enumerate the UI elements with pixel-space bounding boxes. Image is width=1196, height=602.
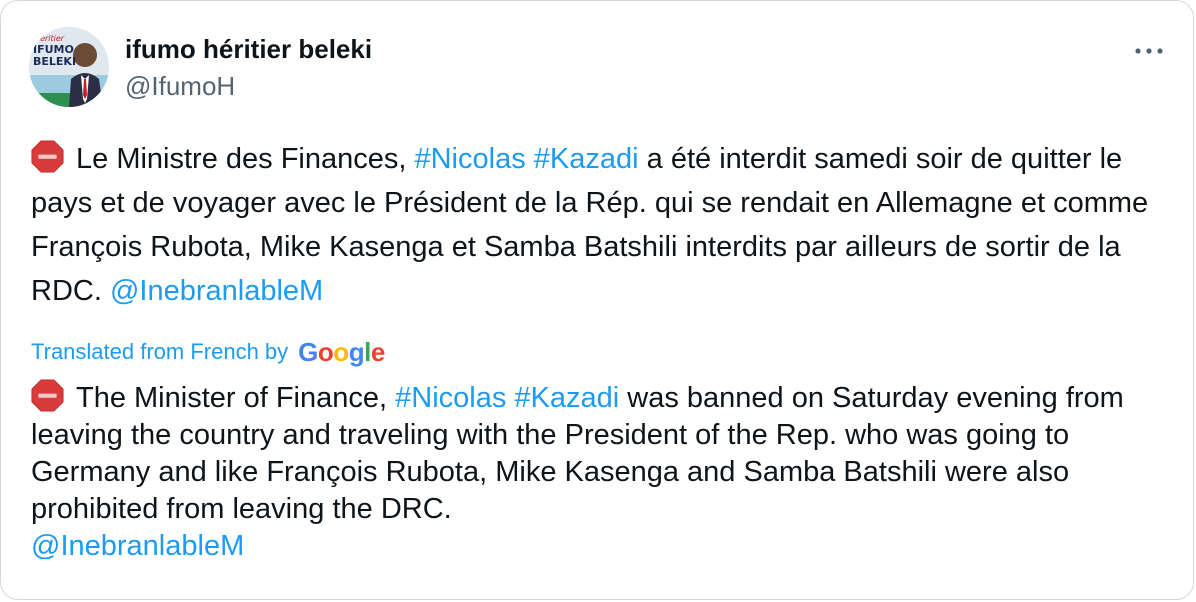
mention-inebranlablem[interactable]: @InebranlableM	[110, 275, 323, 307]
author-names: ifumo héritier beleki @IfumoH	[125, 33, 372, 103]
avatar-text-3: BELEKI	[33, 55, 76, 68]
hashtag-kazadi[interactable]: #Kazadi	[534, 143, 639, 175]
more-options-button[interactable]	[1129, 31, 1169, 71]
translation-text-1: The Minister of Finance,	[76, 382, 396, 414]
stop-sign-icon	[31, 379, 64, 412]
translated-label: Translated from French by	[31, 339, 289, 364]
avatar[interactable]: héritier IFUMO BELEKI	[29, 27, 109, 107]
google-logo: Google	[298, 337, 385, 367]
translation-hashtag-nicolas[interactable]: #Nicolas	[395, 382, 506, 414]
tweet-card: héritier IFUMO BELEKI ifumo héritier bel…	[0, 0, 1194, 600]
translated-from-link[interactable]: Translated from French by Google	[31, 337, 385, 367]
stop-sign-icon	[31, 140, 64, 173]
tweet-header: héritier IFUMO BELEKI ifumo héritier bel…	[29, 27, 1169, 109]
hashtag-nicolas[interactable]: #Nicolas	[414, 143, 525, 175]
author-handle[interactable]: @IfumoH	[125, 69, 372, 103]
avatar-text-1: héritier	[35, 33, 65, 43]
more-icon	[1135, 48, 1163, 54]
avatar-image: héritier IFUMO BELEKI	[29, 27, 109, 107]
tweet-text: Le Ministre des Finances, #Nicolas #Kaza…	[31, 137, 1171, 313]
original-text-1: Le Ministre des Finances,	[76, 143, 415, 175]
author-display-name[interactable]: ifumo héritier beleki	[125, 33, 372, 65]
translated-text: The Minister of Finance, #Nicolas #Kazad…	[31, 379, 1171, 565]
translation-mention-inebranlablem[interactable]: @InebranlableM	[31, 530, 244, 562]
translation-hashtag-kazadi[interactable]: #Kazadi	[514, 382, 619, 414]
